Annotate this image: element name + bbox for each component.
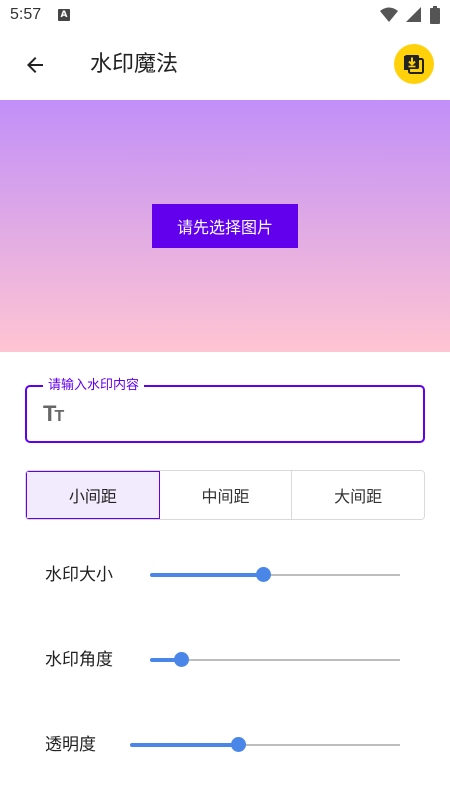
spacing-toggle: 小间距 中间距 大间距 (25, 470, 425, 520)
watermark-field-label: 请输入水印内容 (43, 377, 145, 395)
text-size-icon: TT (43, 401, 64, 426)
slider-label-opacity: 透明度 (45, 735, 96, 755)
slider-row-angle: 水印角度 (0, 640, 450, 680)
page-title: 水印魔法 (90, 52, 179, 77)
opacity-slider-thumb[interactable] (231, 737, 246, 752)
download-button[interactable] (394, 44, 434, 84)
battery-icon (430, 6, 440, 24)
watermark-input[interactable] (83, 397, 413, 431)
angle-slider[interactable] (150, 652, 400, 667)
app-bar: 水印魔法 (0, 32, 450, 100)
status-time: 5:57 (10, 6, 42, 23)
arrow-left-icon (27, 57, 43, 73)
download-icon (404, 55, 424, 74)
wifi-icon (380, 7, 398, 22)
slider-row-opacity: 透明度 (0, 725, 450, 765)
image-preview: 请先选择图片 (0, 100, 450, 352)
opacity-slider-fill (130, 743, 238, 747)
status-bar: 5:57 A (0, 0, 450, 32)
slider-label-size: 水印大小 (45, 565, 113, 585)
slider-label-angle: 水印角度 (45, 650, 113, 670)
angle-slider-thumb[interactable] (174, 652, 190, 667)
size-slider-fill (150, 573, 263, 577)
size-slider-thumb[interactable] (255, 567, 271, 582)
opacity-slider[interactable] (130, 737, 400, 752)
back-button[interactable] (20, 50, 50, 80)
select-image-button[interactable]: 请先选择图片 (152, 204, 298, 248)
spacing-option-small[interactable]: 小间距 (26, 471, 160, 519)
slider-row-size: 水印大小 (0, 555, 450, 595)
watermark-text-field[interactable]: 请输入水印内容 TT (25, 377, 425, 443)
size-slider[interactable] (150, 567, 400, 582)
notification-badge-icon: A (58, 9, 70, 21)
status-icons (380, 6, 440, 24)
spacing-option-large[interactable]: 大间距 (292, 471, 424, 519)
spacing-option-medium[interactable]: 中间距 (159, 471, 293, 519)
signal-icon (406, 7, 421, 22)
